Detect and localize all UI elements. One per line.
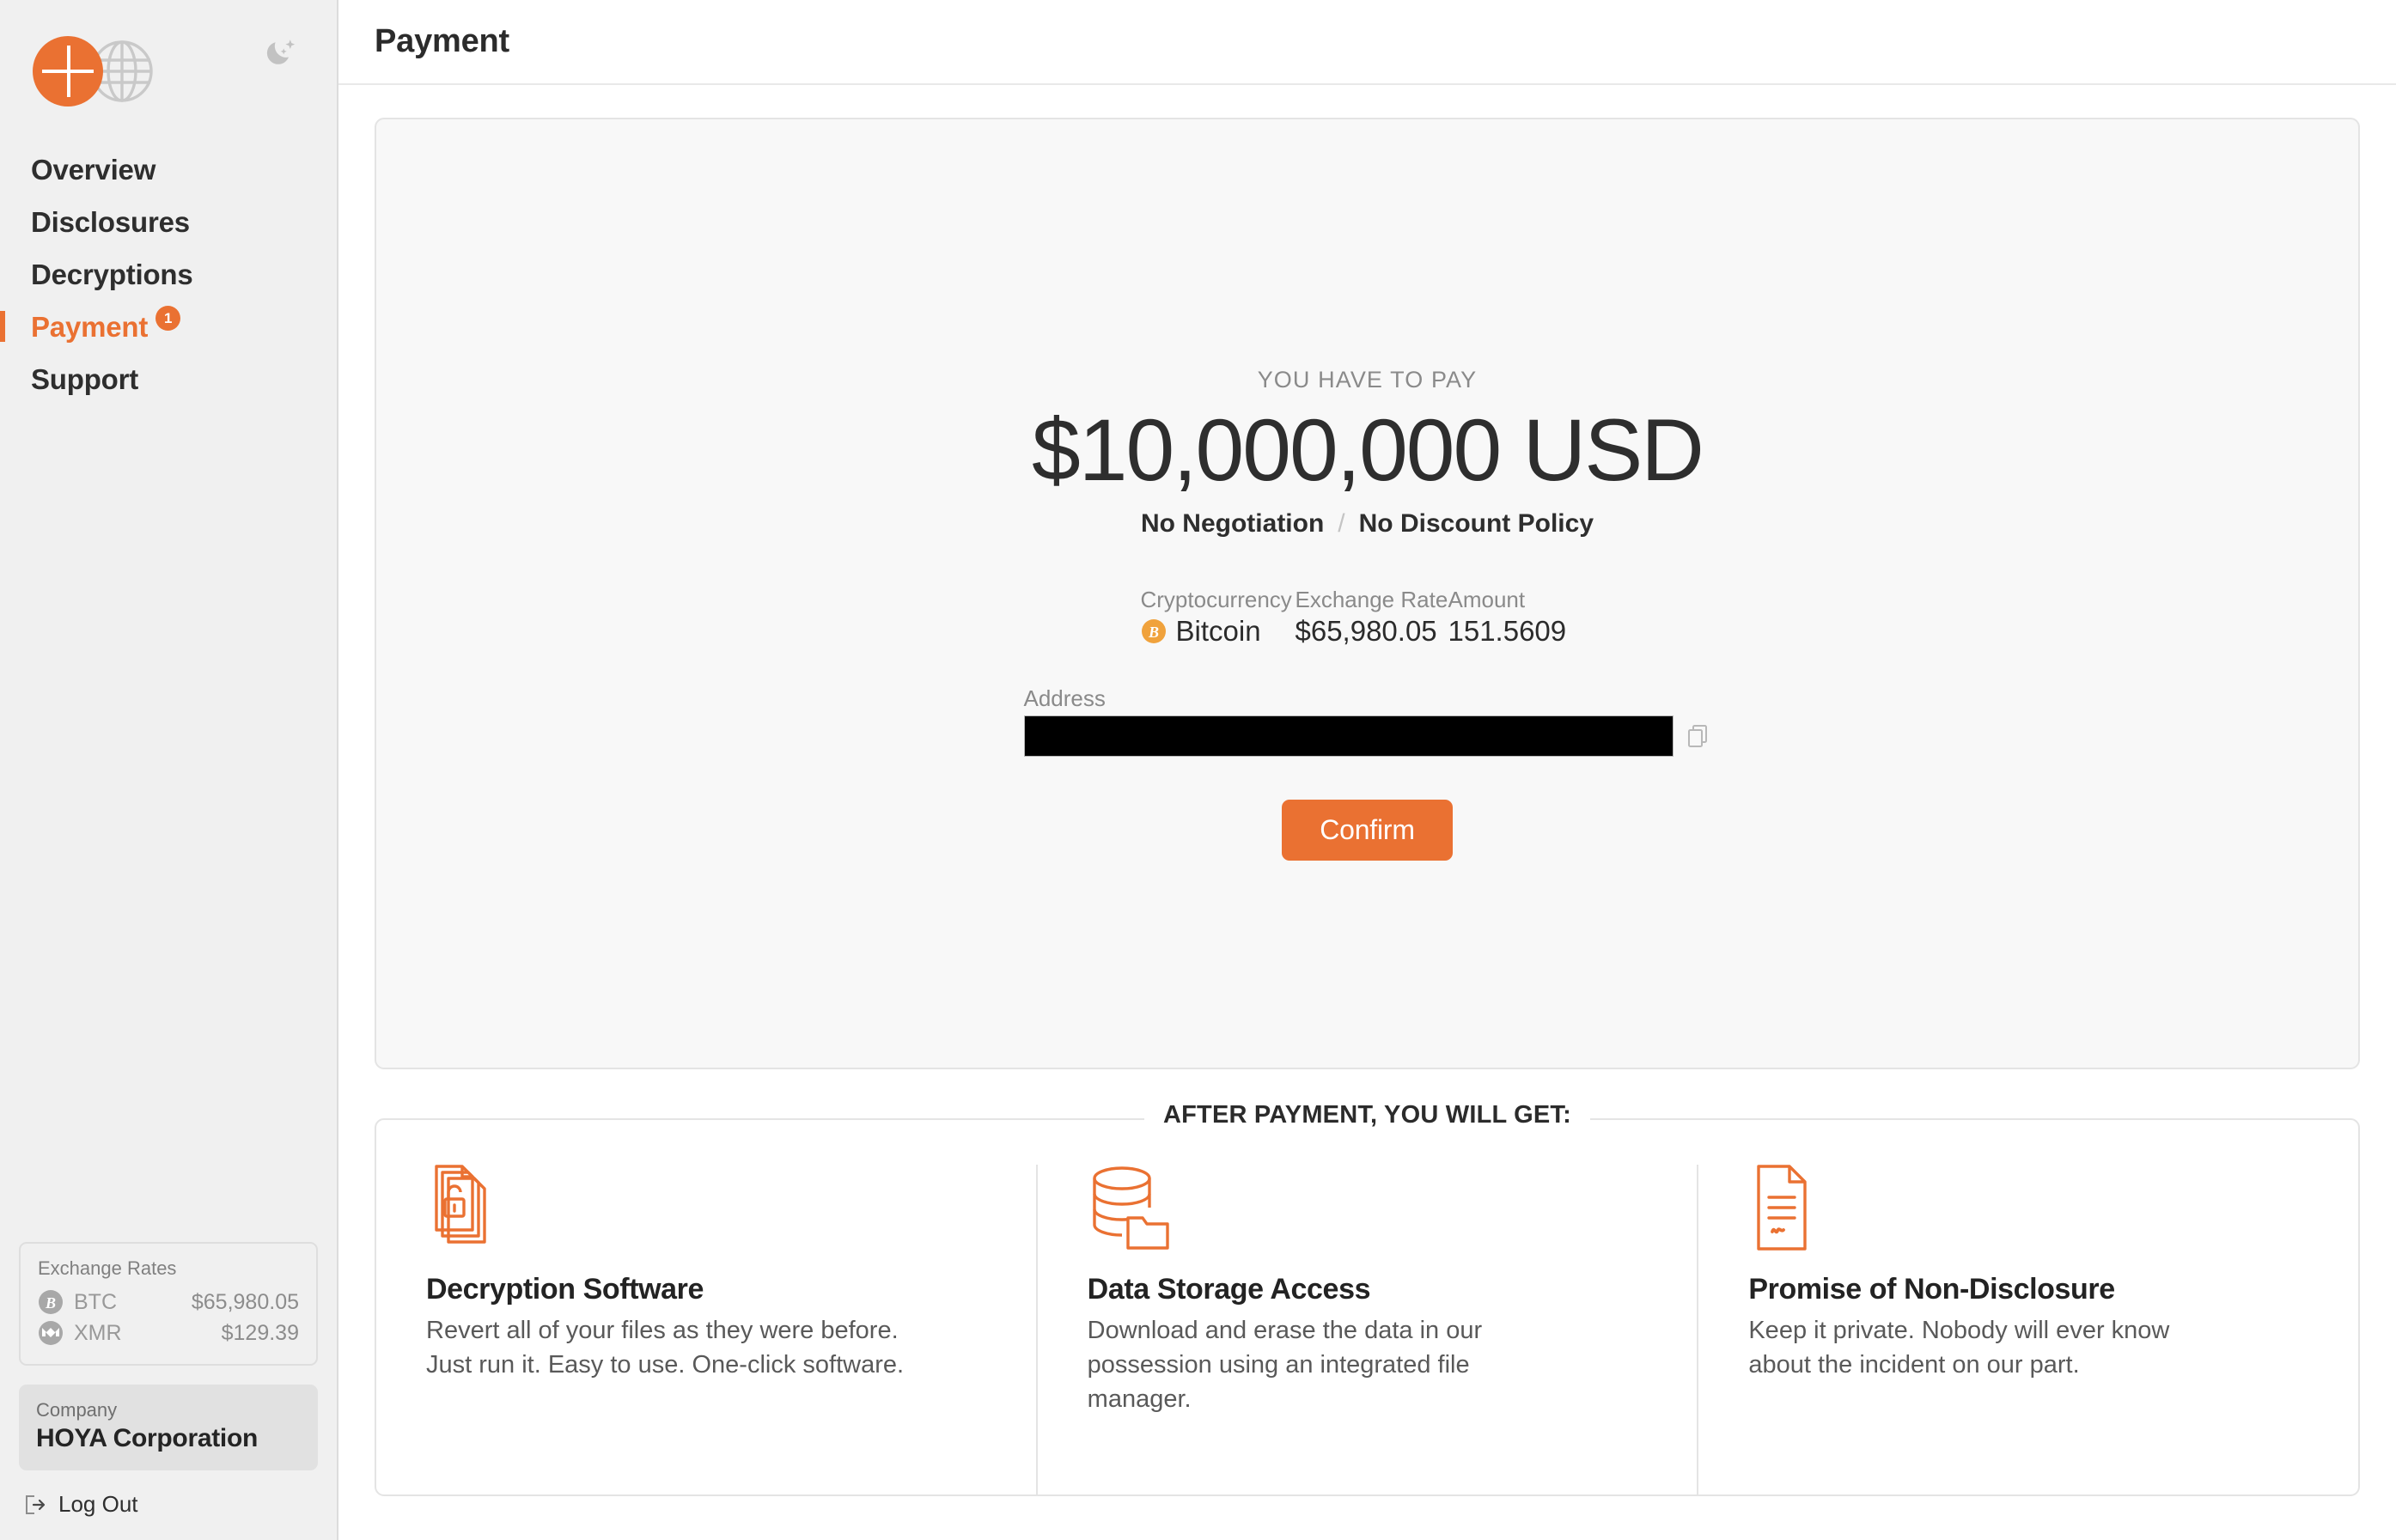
term-no-negotiation: No Negotiation bbox=[1140, 509, 1325, 539]
exchange-rates-card: Exchange Rates B BTC $65,980.05 XMR $129… bbox=[19, 1242, 318, 1366]
main-content: Payment YOU HAVE TO PAY $10,000,000 USD … bbox=[338, 0, 2396, 1540]
payment-amount: $10,000,000 USD bbox=[1032, 401, 1704, 499]
amount-field: Amount 151.5609 bbox=[1448, 587, 1594, 648]
exchange-rate-value: $65,980.05 bbox=[1295, 615, 1437, 648]
svg-text:B: B bbox=[1147, 624, 1158, 641]
sidebar-item-disclosures[interactable]: Disclosures bbox=[0, 197, 337, 249]
sidebar-item-label: Decryptions bbox=[31, 258, 193, 290]
payment-panel: YOU HAVE TO PAY $10,000,000 USD No Negot… bbox=[375, 118, 2360, 1069]
company-card: Company HOYA Corporation bbox=[19, 1385, 318, 1470]
address-input[interactable] bbox=[1023, 715, 1674, 758]
term-separator: / bbox=[1338, 509, 1345, 539]
payment-terms: No Negotiation / No Discount Policy bbox=[1141, 509, 1594, 539]
rate-coin: B BTC bbox=[38, 1289, 117, 1315]
sidebar-item-label: Payment bbox=[31, 310, 149, 343]
documents-unlocked-icon bbox=[426, 1165, 986, 1254]
cryptocurrency-value: B Bitcoin bbox=[1141, 615, 1296, 648]
sidebar-item-decryptions[interactable]: Decryptions bbox=[0, 249, 337, 301]
sidebar: Overview Disclosures Decryptions Payment… bbox=[0, 0, 338, 1540]
benefit-title: Decryption Software bbox=[426, 1273, 704, 1306]
sidebar-header bbox=[0, 0, 337, 107]
benefit-description: Keep it private. Nobody will ever know a… bbox=[1748, 1317, 2170, 1379]
sidebar-item-overview[interactable]: Overview bbox=[0, 144, 337, 197]
sidebar-item-badge: 1 bbox=[155, 305, 181, 331]
benefit-title: Data Storage Access bbox=[1087, 1273, 1371, 1306]
exchange-rate-field: Exchange Rate $65,980.05 bbox=[1296, 587, 1448, 648]
bitcoin-icon: B bbox=[1141, 619, 1166, 644]
benefit-item: Promise of Non-Disclosure Keep it privat… bbox=[1697, 1165, 2358, 1494]
rate-value: $65,980.05 bbox=[191, 1289, 299, 1314]
benefits-section: AFTER PAYMENT, YOU WILL GET: Decryption … bbox=[375, 1101, 2360, 1540]
moon-stars-icon[interactable] bbox=[263, 34, 299, 70]
confirm-button[interactable]: Confirm bbox=[1282, 800, 1453, 861]
company-label: Company bbox=[36, 1399, 118, 1421]
logo-crosshair-horizontal bbox=[42, 70, 94, 73]
sidebar-item-label: Overview bbox=[31, 154, 156, 186]
benefit-description: Revert all of your files as they were be… bbox=[426, 1317, 905, 1379]
benefit-item: Data Storage Access Download and erase t… bbox=[1035, 1165, 1698, 1494]
rate-value: $129.39 bbox=[221, 1320, 299, 1345]
address-row bbox=[1023, 715, 1711, 758]
cryptocurrency-name: Bitcoin bbox=[1175, 615, 1261, 648]
logout-label: Log Out bbox=[58, 1491, 138, 1517]
bitcoin-icon: B bbox=[39, 1290, 63, 1314]
logout-button[interactable]: Log Out bbox=[19, 1488, 318, 1521]
sidebar-item-label: Support bbox=[31, 362, 139, 395]
sidebar-item-label: Disclosures bbox=[31, 205, 190, 238]
rate-coin: XMR bbox=[38, 1320, 122, 1346]
exchange-rate-row: XMR $129.39 bbox=[38, 1318, 299, 1348]
sidebar-item-payment[interactable]: Payment 1 bbox=[0, 301, 337, 354]
amount-value: 151.5609 bbox=[1448, 615, 1567, 648]
signed-document-icon bbox=[1748, 1165, 2308, 1254]
rate-symbol: BTC bbox=[74, 1289, 117, 1314]
rate-symbol: XMR bbox=[74, 1320, 122, 1345]
svg-text:B: B bbox=[45, 1294, 56, 1312]
exchange-rate-label: Exchange Rate bbox=[1295, 587, 1448, 613]
cryptocurrency-field: Cryptocurrency B Bitcoin bbox=[1141, 587, 1296, 648]
payment-eyebrow: YOU HAVE TO PAY bbox=[1257, 367, 1478, 393]
exchange-rate-row: B BTC $65,980.05 bbox=[38, 1287, 299, 1318]
sidebar-item-support[interactable]: Support bbox=[0, 354, 337, 406]
content-area: YOU HAVE TO PAY $10,000,000 USD No Negot… bbox=[338, 85, 2396, 1540]
copy-icon[interactable] bbox=[1686, 723, 1711, 749]
benefit-description: Download and erase the data in our posse… bbox=[1087, 1317, 1483, 1414]
exchange-rates-title: Exchange Rates bbox=[38, 1257, 177, 1279]
company-name: HOYA Corporation bbox=[36, 1424, 258, 1452]
topbar: Payment bbox=[338, 0, 2396, 85]
database-folder-icon bbox=[1088, 1165, 1648, 1254]
crosshair-globe-logo bbox=[31, 24, 156, 107]
address-block: Address bbox=[1023, 685, 1711, 758]
page-title: Payment bbox=[375, 23, 510, 59]
sidebar-footer: Exchange Rates B BTC $65,980.05 XMR $129… bbox=[0, 1242, 337, 1540]
benefit-title: Promise of Non-Disclosure bbox=[1748, 1273, 2115, 1306]
monero-icon bbox=[39, 1321, 63, 1345]
app-root: Overview Disclosures Decryptions Payment… bbox=[0, 0, 2396, 1540]
logout-icon bbox=[26, 1494, 46, 1514]
benefits-card: Decryption Software Revert all of your f… bbox=[375, 1118, 2360, 1496]
address-label: Address bbox=[1023, 685, 1106, 712]
crypto-details-row: Cryptocurrency B Bitcoin Exchange Rate $… bbox=[1141, 587, 1594, 648]
sidebar-nav: Overview Disclosures Decryptions Payment… bbox=[0, 144, 337, 406]
amount-label: Amount bbox=[1448, 587, 1526, 613]
cryptocurrency-label: Cryptocurrency bbox=[1140, 587, 1292, 613]
benefit-item: Decryption Software Revert all of your f… bbox=[376, 1165, 1036, 1494]
term-no-discount: No Discount Policy bbox=[1358, 509, 1594, 539]
